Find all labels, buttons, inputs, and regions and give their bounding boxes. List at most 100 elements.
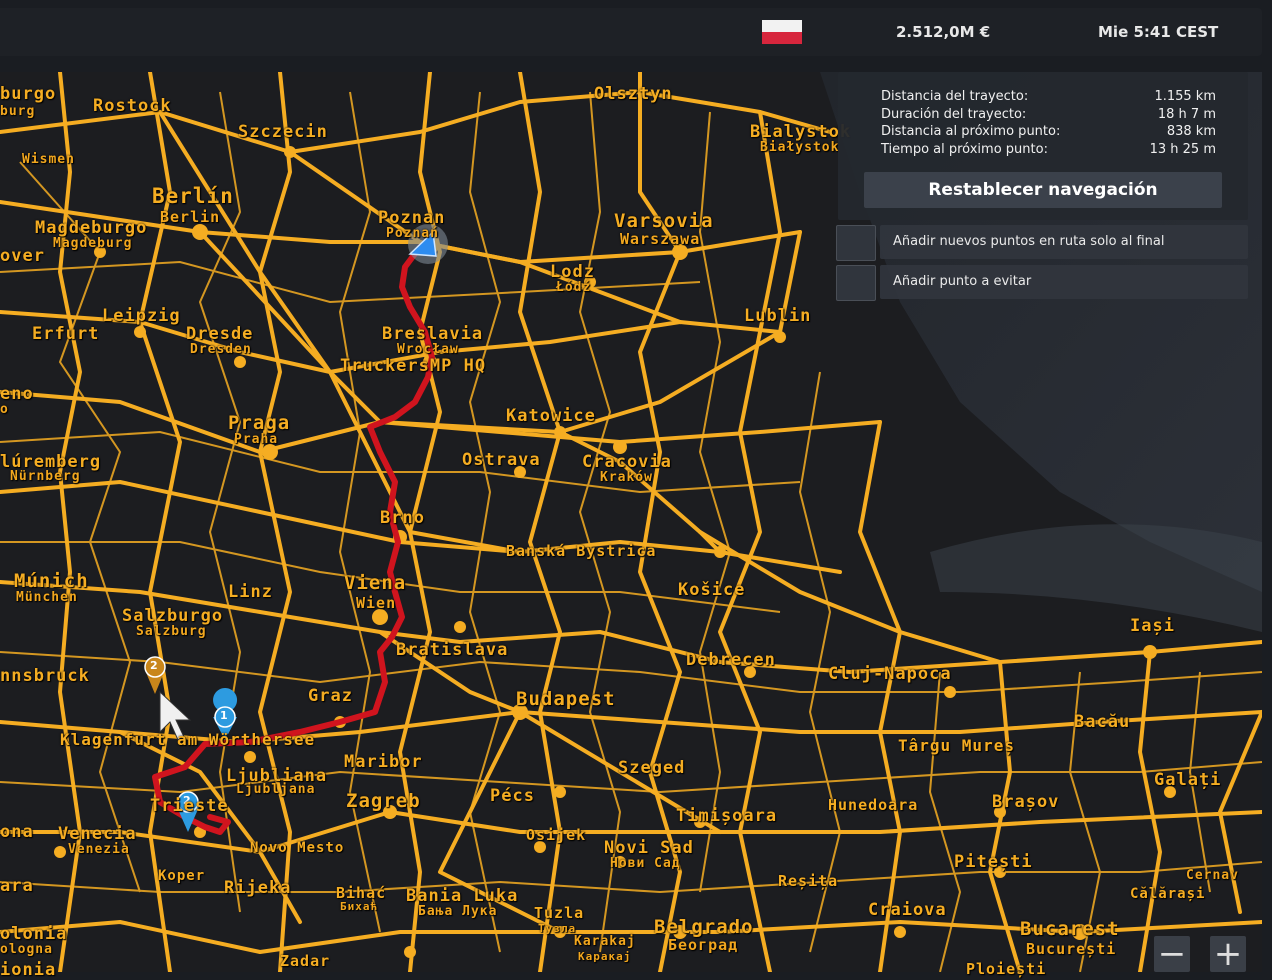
city-label: Praha — [234, 432, 279, 447]
city-label: Bialystok — [750, 122, 852, 142]
city-label: Reșița — [778, 872, 839, 890]
city-label: Salzburg — [136, 624, 207, 639]
city-label: olonia — [0, 924, 68, 944]
city-label: Magdeburg — [53, 236, 133, 251]
city-label: Warszawa — [620, 230, 701, 248]
zoom-in-button[interactable]: + — [1210, 936, 1246, 972]
city-label: Berlín — [152, 184, 234, 208]
zoom-out-button[interactable]: − — [1154, 936, 1190, 972]
city-label: Bratislava — [396, 640, 509, 660]
city-label: Lodz — [550, 262, 595, 282]
city-label: Dresde — [186, 324, 254, 344]
city-label: Wien — [356, 594, 397, 612]
city-label: Cernav — [1186, 868, 1239, 883]
add-avoid-point-label[interactable]: Añadir punto a evitar — [880, 265, 1248, 299]
next-point-distance-value: 838 km — [1166, 124, 1216, 139]
city-label: Klagenfurt am Wörthersee — [60, 730, 316, 749]
city-label: Каракај — [578, 950, 632, 963]
city-label: Varsovia — [614, 210, 714, 232]
add-points-at-end-label[interactable]: Añadir nuevos puntos en ruta solo al fin… — [880, 225, 1248, 259]
city-label: Brașov — [992, 792, 1060, 812]
route-duration-value: 18 h 7 m — [1157, 107, 1216, 122]
city-label: Novo Mesto — [250, 840, 345, 856]
city-label: Bania Luka — [406, 886, 519, 906]
city-label: ologna — [0, 942, 53, 957]
city-label: Maribor — [344, 752, 423, 772]
city-label: Košice — [678, 580, 746, 600]
next-point-time-value: 13 h 25 m — [1149, 142, 1216, 157]
city-label: Тузла — [538, 922, 577, 935]
city-label: Timișoara — [676, 806, 778, 826]
city-label: Cluj-Napoca — [828, 664, 952, 684]
city-label: Târgu Mureș — [898, 736, 1015, 755]
city-label: TruckersMP HQ — [340, 356, 487, 376]
city-label: Wismen — [22, 152, 75, 167]
route-duration-row: Duración del trayecto: 18 h 7 m — [881, 107, 1216, 124]
route-info-panel: Distancia del trayecto: 1.155 km Duració… — [838, 72, 1248, 220]
city-label: Lublin — [744, 306, 812, 326]
game-clock: Mie 5:41 CEST — [1098, 23, 1219, 41]
city-label: Zagreb — [346, 790, 421, 812]
waypoint-1-number: 1 — [220, 709, 228, 722]
city-label: Pécs — [490, 786, 535, 806]
city-label: Zadar — [280, 952, 331, 970]
add-avoid-point-checkbox[interactable] — [836, 265, 876, 301]
city-label: Koper — [158, 868, 206, 884]
city-label: Banská Bystrica — [506, 542, 657, 560]
city-label: over — [0, 246, 45, 266]
city-label: Bucarest — [1020, 918, 1120, 940]
city-label: Бихаћ — [340, 900, 379, 913]
add-points-at-end-checkbox[interactable] — [836, 225, 876, 261]
city-label: Pitești — [954, 852, 1033, 872]
city-label: Magdeburgo — [35, 218, 148, 238]
city-label: burgo — [0, 84, 57, 104]
city-label: Brno — [380, 508, 425, 528]
city-label: Viena — [344, 572, 407, 594]
route-distance-value: 1.155 km — [1154, 89, 1216, 104]
next-point-distance-label: Distancia al próximo punto: — [881, 124, 1061, 139]
city-label: Szeged — [618, 758, 686, 778]
next-point-distance-row: Distancia al próximo punto: 838 km — [881, 124, 1216, 141]
city-label: nnsbruck — [0, 666, 90, 686]
city-label: Berlin — [160, 208, 221, 226]
city-label: Ostrava — [462, 450, 541, 470]
top-status-bar: 2.512,0M € Mie 5:41 CEST — [0, 8, 1262, 56]
city-label: Бања Лука — [418, 904, 498, 919]
city-label: Novi Sad — [604, 838, 694, 858]
next-point-time-row: Tiempo al próximo punto: 13 h 25 m — [881, 142, 1216, 159]
city-label: Wrocław — [397, 342, 459, 357]
city-label: Praga — [228, 412, 291, 434]
city-label: Trieste — [150, 796, 229, 816]
city-label: ara — [0, 876, 34, 896]
city-label: Salzburgo — [122, 606, 224, 626]
city-label: Cracovia — [582, 452, 672, 472]
city-label: Poznań — [386, 226, 439, 241]
city-label: Rostock — [93, 96, 172, 116]
city-label: Craiova — [868, 900, 947, 920]
city-label: Ploiești — [966, 960, 1047, 978]
city-label: Olsztyn — [594, 84, 673, 104]
city-label: burg — [0, 104, 36, 119]
city-label: Łódź — [556, 280, 592, 295]
city-label: Leipzig — [102, 306, 181, 326]
city-label: o — [0, 402, 9, 417]
city-label: Нови Сад — [610, 856, 681, 871]
city-label: Poznan — [378, 208, 446, 228]
city-label: Ljubljana — [236, 782, 316, 797]
city-label: Београд — [668, 936, 739, 954]
city-label: Bacău — [1074, 712, 1131, 732]
city-label: Katowice — [506, 406, 596, 426]
city-label: Iași — [1130, 616, 1175, 636]
city-label: ona — [0, 822, 34, 842]
city-label: Budapest — [516, 688, 616, 710]
city-label: Karakaj — [574, 934, 636, 949]
route-duration-label: Duración del trayecto: — [881, 107, 1027, 122]
city-label: Breslavia — [382, 324, 484, 344]
city-label: Kraków — [600, 470, 653, 485]
city-label: Debrecen — [686, 650, 776, 670]
route-distance-row: Distancia del trayecto: 1.155 km — [881, 89, 1216, 106]
city-label: Venezia — [68, 842, 130, 857]
city-label: München — [16, 590, 78, 605]
city-label: Múnich — [14, 570, 89, 592]
reset-navigation-button[interactable]: Restablecer navegación — [864, 172, 1222, 208]
